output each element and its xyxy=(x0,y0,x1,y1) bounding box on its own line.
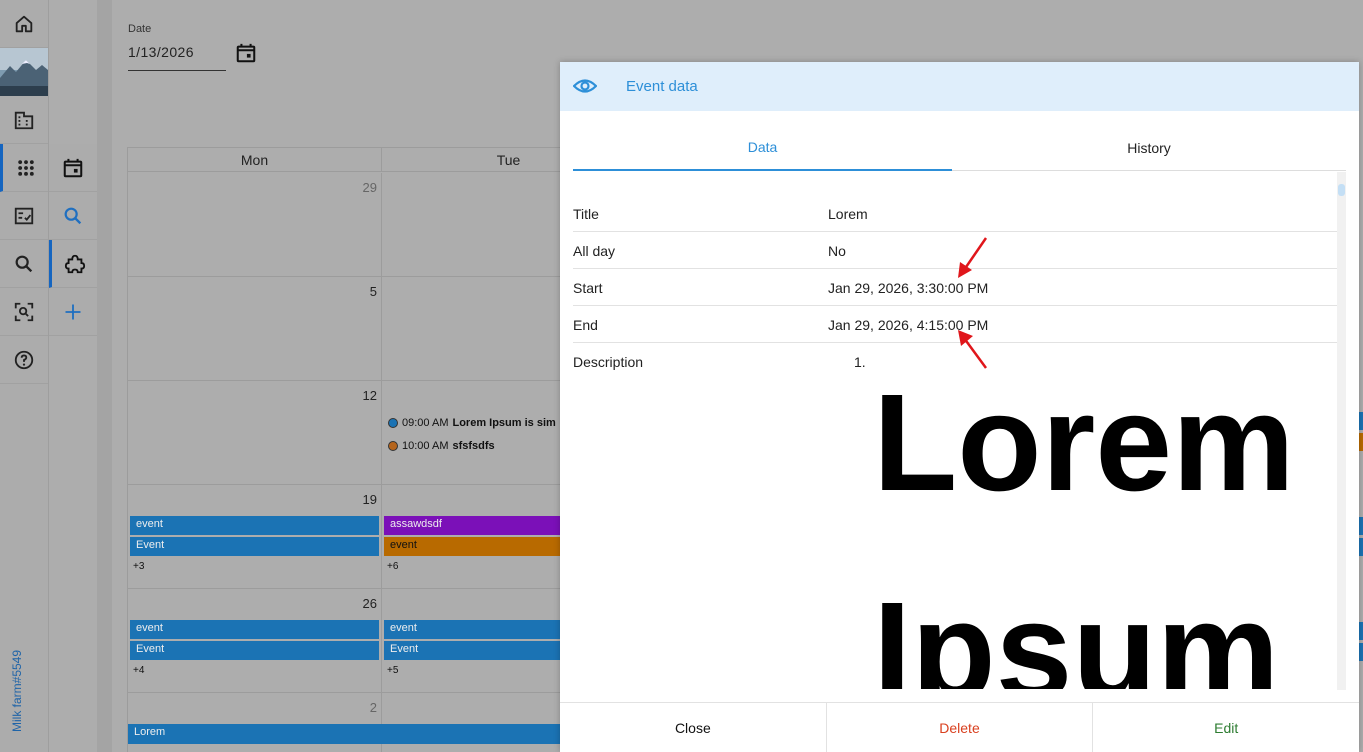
scan-search-button[interactable] xyxy=(0,288,48,336)
detail-value: No xyxy=(828,243,846,259)
day-cell[interactable]: 26 event Event +4 xyxy=(128,589,382,693)
date-picker-button[interactable] xyxy=(235,42,257,69)
detail-key: End xyxy=(573,317,598,333)
search-button[interactable] xyxy=(0,240,48,288)
dialog-header: Event data xyxy=(560,62,1359,111)
more-events-link[interactable]: +4 xyxy=(133,665,144,676)
content-scrollbar[interactable] xyxy=(1337,172,1346,690)
left-rail: Milk farm#5549 xyxy=(0,0,49,752)
dialog-footer: Close Delete Edit xyxy=(560,702,1359,752)
day-number: 12 xyxy=(362,388,377,403)
day-number: 2 xyxy=(369,700,377,715)
calendar-search-button[interactable] xyxy=(49,192,97,240)
mountain-photo-icon xyxy=(0,48,48,96)
scan-search-icon xyxy=(14,302,34,321)
day-cell[interactable]: 5 xyxy=(128,277,382,381)
date-label: Date xyxy=(128,23,152,35)
day-cell[interactable]: 12 xyxy=(128,381,382,485)
more-events-link[interactable]: +5 xyxy=(387,665,398,676)
search-icon xyxy=(15,255,33,272)
event-bar[interactable]: Event xyxy=(130,641,379,660)
detail-value: Jan 29, 2026, 3:30:00 PM xyxy=(828,280,989,296)
date-input[interactable]: 1/13/2026 xyxy=(128,40,226,71)
search-icon xyxy=(64,207,82,224)
more-events-link[interactable]: +6 xyxy=(387,561,398,572)
list-item[interactable]: 09:00 AM Lorem Ipsum is sim xyxy=(388,417,556,429)
tab-history[interactable]: History xyxy=(952,124,1346,171)
list-item[interactable]: 10:00 AM sfsfsdfs xyxy=(388,440,495,452)
detail-key: Description xyxy=(573,354,644,370)
day-number: 29 xyxy=(362,180,377,195)
detail-key: Title xyxy=(573,206,599,222)
event-bar[interactable]: event xyxy=(130,516,379,535)
event-dot xyxy=(388,441,398,451)
event-sliver xyxy=(1359,412,1363,430)
sub-rail xyxy=(49,144,97,336)
calendar-event-icon xyxy=(63,158,83,177)
detail-row-title: Title Lorem xyxy=(573,195,1337,232)
annotation-arrow-icon xyxy=(958,330,988,369)
home-button[interactable] xyxy=(0,0,48,48)
avatar[interactable] xyxy=(0,48,48,96)
home-icon xyxy=(15,15,33,32)
plus-icon xyxy=(65,304,81,319)
detail-key: All day xyxy=(573,243,616,259)
plugin-button[interactable] xyxy=(49,240,97,288)
day-number: 19 xyxy=(362,492,377,507)
close-button[interactable]: Close xyxy=(560,703,827,752)
event-bar[interactable]: Event xyxy=(130,537,379,556)
event-sliver xyxy=(1359,622,1363,640)
event-title: sfsfsdfs xyxy=(452,440,495,452)
help-icon xyxy=(14,350,34,369)
checklist-icon xyxy=(14,207,34,224)
description-heading-word: Ipsum xyxy=(873,574,1280,689)
day-cell[interactable]: 19 event Event +3 xyxy=(128,485,382,589)
apps-grid-icon xyxy=(17,159,34,176)
event-time: 09:00 AM xyxy=(402,417,449,429)
event-bar[interactable]: event xyxy=(130,620,379,639)
eye-icon xyxy=(573,79,597,93)
detail-key: Start xyxy=(573,280,603,296)
help-button[interactable] xyxy=(0,336,48,384)
event-dot xyxy=(388,418,398,428)
scrollbar-thumb[interactable] xyxy=(1338,184,1345,196)
apps-button[interactable] xyxy=(0,144,48,192)
day-number: 26 xyxy=(362,596,377,611)
content-gutter xyxy=(97,0,112,752)
calendar-grid: Mon Tue 29 5 12 09:00 AM Lorem Ipsum is … xyxy=(127,147,636,752)
event-title: Lorem Ipsum is sim xyxy=(452,417,556,429)
event-sliver xyxy=(1359,433,1363,451)
event-sliver xyxy=(1359,517,1363,535)
delete-button[interactable]: Delete xyxy=(827,703,1094,752)
calendar-icon xyxy=(236,43,256,63)
detail-row-description: Description 1. Lorem Ipsum xyxy=(573,344,1337,689)
dialog-tabs: Data History xyxy=(573,124,1346,171)
description-list-number: 1. xyxy=(854,354,866,370)
tenant-label: Milk farm#5549 xyxy=(10,649,24,732)
tab-data[interactable]: Data xyxy=(573,124,952,171)
dialog-title: Event data xyxy=(626,78,698,95)
calendar-button[interactable] xyxy=(49,144,97,192)
add-button[interactable] xyxy=(49,288,97,336)
building-icon xyxy=(14,111,34,129)
description-heading-word: Lorem xyxy=(873,366,1295,520)
weekday-header-mon: Mon xyxy=(128,147,382,172)
day-number: 5 xyxy=(369,284,377,299)
event-sliver xyxy=(1359,538,1363,556)
event-time: 10:00 AM xyxy=(402,440,449,452)
detail-value: Lorem xyxy=(828,206,868,222)
edit-button[interactable]: Edit xyxy=(1093,703,1359,752)
more-events-link[interactable]: +3 xyxy=(133,561,144,572)
event-sliver xyxy=(1359,643,1363,661)
event-bar[interactable]: Lorem xyxy=(128,724,568,744)
puzzle-piece-icon xyxy=(64,254,85,273)
buildings-button[interactable] xyxy=(0,96,48,144)
tasks-button[interactable] xyxy=(0,192,48,240)
day-cell[interactable]: 29 xyxy=(128,173,382,277)
event-dialog: Event data Data History Title Lorem All … xyxy=(560,62,1359,752)
annotation-arrow-icon xyxy=(958,237,988,278)
